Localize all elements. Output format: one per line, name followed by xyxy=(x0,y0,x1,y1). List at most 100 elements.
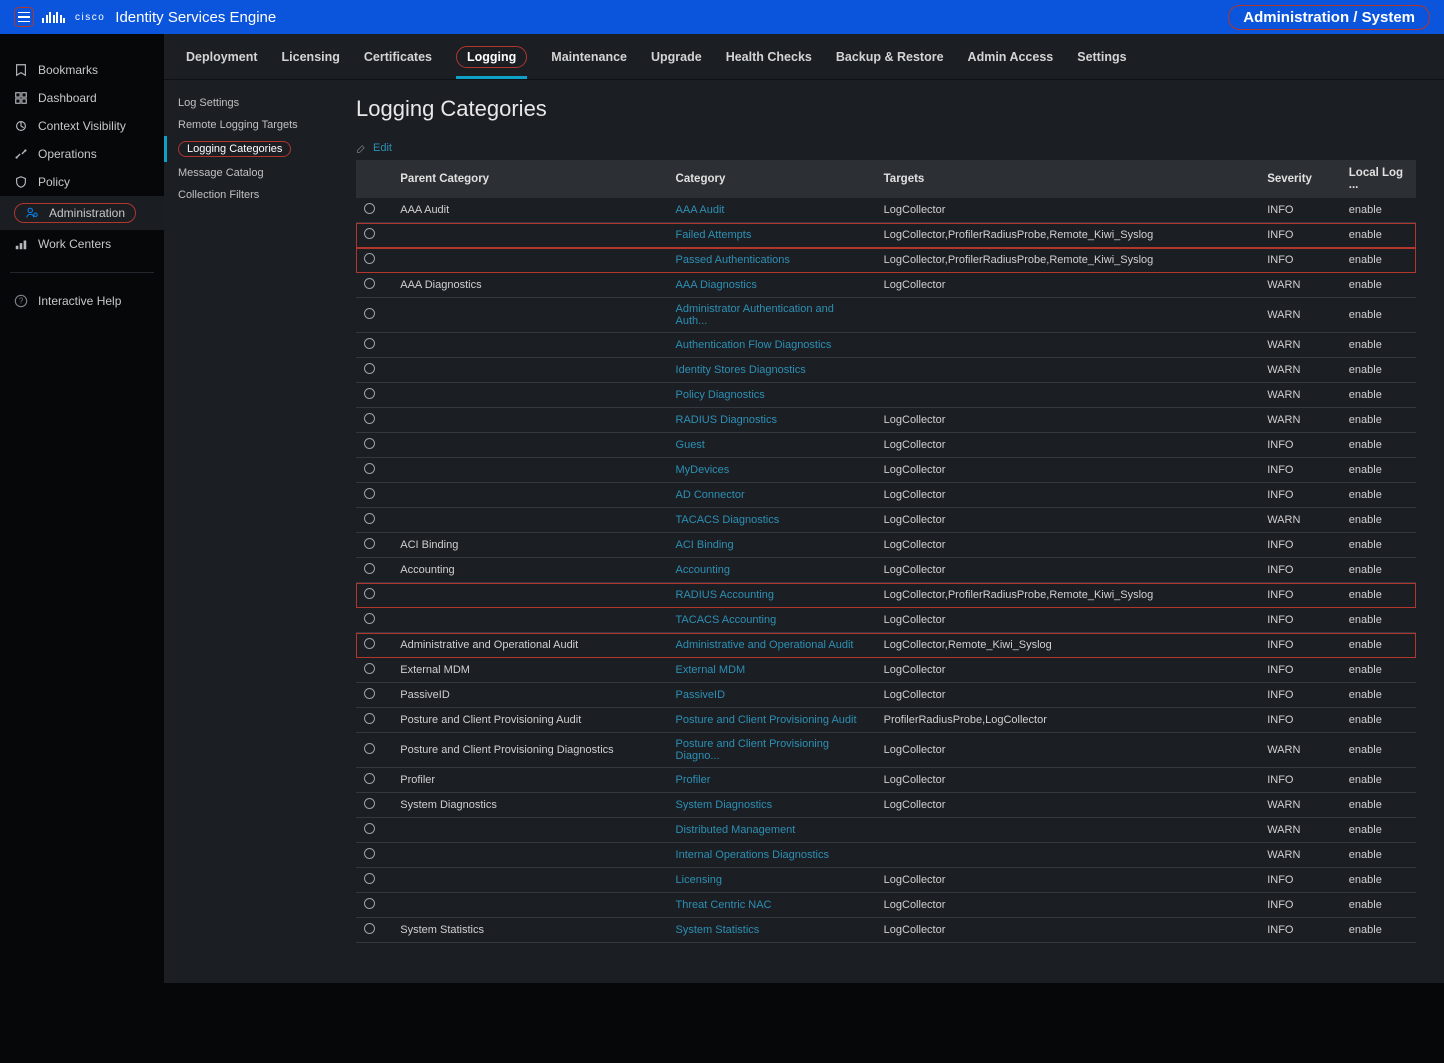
cell-category[interactable]: Accounting xyxy=(668,558,876,583)
tab-deployment[interactable]: Deployment xyxy=(186,36,258,78)
cell-category[interactable]: Posture and Client Provisioning Audit xyxy=(668,708,876,733)
cell-category[interactable]: TACACS Accounting xyxy=(668,608,876,633)
table-row[interactable]: ACI BindingACI BindingLogCollectorINFOen… xyxy=(356,533,1416,558)
cell-category[interactable]: AD Connector xyxy=(668,483,876,508)
row-radio[interactable] xyxy=(364,463,375,474)
table-row[interactable]: AAA DiagnosticsAAA DiagnosticsLogCollect… xyxy=(356,273,1416,298)
tab-health-checks[interactable]: Health Checks xyxy=(726,36,812,78)
table-row[interactable]: Authentication Flow DiagnosticsWARNenabl… xyxy=(356,333,1416,358)
tab-backup-restore[interactable]: Backup & Restore xyxy=(836,36,944,78)
table-row[interactable]: TACACS AccountingLogCollectorINFOenable xyxy=(356,608,1416,633)
nav-work-centers[interactable]: Work Centers xyxy=(0,230,164,258)
table-row[interactable]: AD ConnectorLogCollectorINFOenable xyxy=(356,483,1416,508)
nav-operations[interactable]: Operations xyxy=(0,140,164,168)
table-row[interactable]: Internal Operations DiagnosticsWARNenabl… xyxy=(356,843,1416,868)
nav-interactive-help[interactable]: ? Interactive Help xyxy=(0,287,164,315)
nav-bookmarks[interactable]: Bookmarks xyxy=(0,56,164,84)
row-radio[interactable] xyxy=(364,743,375,754)
sidenav-message-catalog[interactable]: Message Catalog xyxy=(164,162,334,184)
table-row[interactable]: System StatisticsSystem StatisticsLogCol… xyxy=(356,918,1416,943)
row-radio[interactable] xyxy=(364,278,375,289)
sidenav-logging-categories[interactable]: Logging Categories xyxy=(164,136,334,162)
col-locallog[interactable]: Local Log ... xyxy=(1341,160,1416,198)
table-row[interactable]: ProfilerProfilerLogCollectorINFOenable xyxy=(356,768,1416,793)
table-row[interactable]: Distributed ManagementWARNenable xyxy=(356,818,1416,843)
cell-category[interactable]: Distributed Management xyxy=(668,818,876,843)
cell-category[interactable]: PassiveID xyxy=(668,683,876,708)
row-radio[interactable] xyxy=(364,688,375,699)
col-category[interactable]: Category xyxy=(668,160,876,198)
row-radio[interactable] xyxy=(364,563,375,574)
cell-category[interactable]: Failed Attempts xyxy=(668,223,876,248)
tab-licensing[interactable]: Licensing xyxy=(282,36,340,78)
tab-maintenance[interactable]: Maintenance xyxy=(551,36,627,78)
table-row[interactable]: RADIUS AccountingLogCollector,ProfilerRa… xyxy=(356,583,1416,608)
cell-category[interactable]: TACACS Diagnostics xyxy=(668,508,876,533)
cell-category[interactable]: ACI Binding xyxy=(668,533,876,558)
cell-category[interactable]: MyDevices xyxy=(668,458,876,483)
row-radio[interactable] xyxy=(364,388,375,399)
cell-category[interactable]: Threat Centric NAC xyxy=(668,893,876,918)
row-radio[interactable] xyxy=(364,308,375,319)
cell-category[interactable]: Guest xyxy=(668,433,876,458)
row-radio[interactable] xyxy=(364,588,375,599)
cell-category[interactable]: System Diagnostics xyxy=(668,793,876,818)
row-radio[interactable] xyxy=(364,823,375,834)
table-row[interactable]: GuestLogCollectorINFOenable xyxy=(356,433,1416,458)
cell-category[interactable]: AAA Diagnostics xyxy=(668,273,876,298)
row-radio[interactable] xyxy=(364,538,375,549)
cell-category[interactable]: Licensing xyxy=(668,868,876,893)
row-radio[interactable] xyxy=(364,413,375,424)
col-targets[interactable]: Targets xyxy=(876,160,1260,198)
table-row[interactable]: AAA AuditAAA AuditLogCollectorINFOenable xyxy=(356,198,1416,223)
sidenav-remote-logging-targets[interactable]: Remote Logging Targets xyxy=(164,114,334,136)
row-radio[interactable] xyxy=(364,228,375,239)
cell-category[interactable]: RADIUS Accounting xyxy=(668,583,876,608)
table-row[interactable]: Failed AttemptsLogCollector,ProfilerRadi… xyxy=(356,223,1416,248)
sidenav-log-settings[interactable]: Log Settings xyxy=(164,92,334,114)
table-row[interactable]: TACACS DiagnosticsLogCollectorWARNenable xyxy=(356,508,1416,533)
tab-admin-access[interactable]: Admin Access xyxy=(968,36,1054,78)
row-radio[interactable] xyxy=(364,438,375,449)
cell-category[interactable]: Profiler xyxy=(668,768,876,793)
row-radio[interactable] xyxy=(364,798,375,809)
nav-policy[interactable]: Policy xyxy=(0,168,164,196)
table-row[interactable]: Administrator Authentication and Auth...… xyxy=(356,298,1416,333)
table-row[interactable]: Posture and Client Provisioning Diagnost… xyxy=(356,733,1416,768)
tab-certificates[interactable]: Certificates xyxy=(364,36,432,78)
table-row[interactable]: External MDMExternal MDMLogCollectorINFO… xyxy=(356,658,1416,683)
cell-category[interactable]: Posture and Client Provisioning Diagno..… xyxy=(668,733,876,768)
col-parent[interactable]: Parent Category xyxy=(392,160,667,198)
row-radio[interactable] xyxy=(364,488,375,499)
row-radio[interactable] xyxy=(364,638,375,649)
table-row[interactable]: System DiagnosticsSystem DiagnosticsLogC… xyxy=(356,793,1416,818)
row-radio[interactable] xyxy=(364,363,375,374)
cell-category[interactable]: External MDM xyxy=(668,658,876,683)
table-row[interactable]: Posture and Client Provisioning AuditPos… xyxy=(356,708,1416,733)
tab-upgrade[interactable]: Upgrade xyxy=(651,36,702,78)
row-radio[interactable] xyxy=(364,873,375,884)
table-row[interactable]: MyDevicesLogCollectorINFOenable xyxy=(356,458,1416,483)
row-radio[interactable] xyxy=(364,713,375,724)
table-row[interactable]: AccountingAccountingLogCollectorINFOenab… xyxy=(356,558,1416,583)
tab-logging[interactable]: Logging xyxy=(456,36,527,78)
cell-category[interactable]: Identity Stores Diagnostics xyxy=(668,358,876,383)
cell-category[interactable]: AAA Audit xyxy=(668,198,876,223)
table-row[interactable]: Administrative and Operational AuditAdmi… xyxy=(356,633,1416,658)
row-radio[interactable] xyxy=(364,253,375,264)
nav-context-visibility[interactable]: Context Visibility xyxy=(0,112,164,140)
sidenav-collection-filters[interactable]: Collection Filters xyxy=(164,184,334,206)
table-row[interactable]: RADIUS DiagnosticsLogCollectorWARNenable xyxy=(356,408,1416,433)
nav-administration[interactable]: Administration xyxy=(0,196,164,230)
nav-dashboard[interactable]: Dashboard xyxy=(0,84,164,112)
table-row[interactable]: Threat Centric NACLogCollectorINFOenable xyxy=(356,893,1416,918)
row-radio[interactable] xyxy=(364,203,375,214)
edit-button[interactable]: Edit xyxy=(356,142,1416,154)
cell-category[interactable]: Internal Operations Diagnostics xyxy=(668,843,876,868)
row-radio[interactable] xyxy=(364,338,375,349)
row-radio[interactable] xyxy=(364,898,375,909)
row-radio[interactable] xyxy=(364,773,375,784)
cell-category[interactable]: Authentication Flow Diagnostics xyxy=(668,333,876,358)
cell-category[interactable]: Administrative and Operational Audit xyxy=(668,633,876,658)
menu-icon[interactable] xyxy=(14,7,34,27)
